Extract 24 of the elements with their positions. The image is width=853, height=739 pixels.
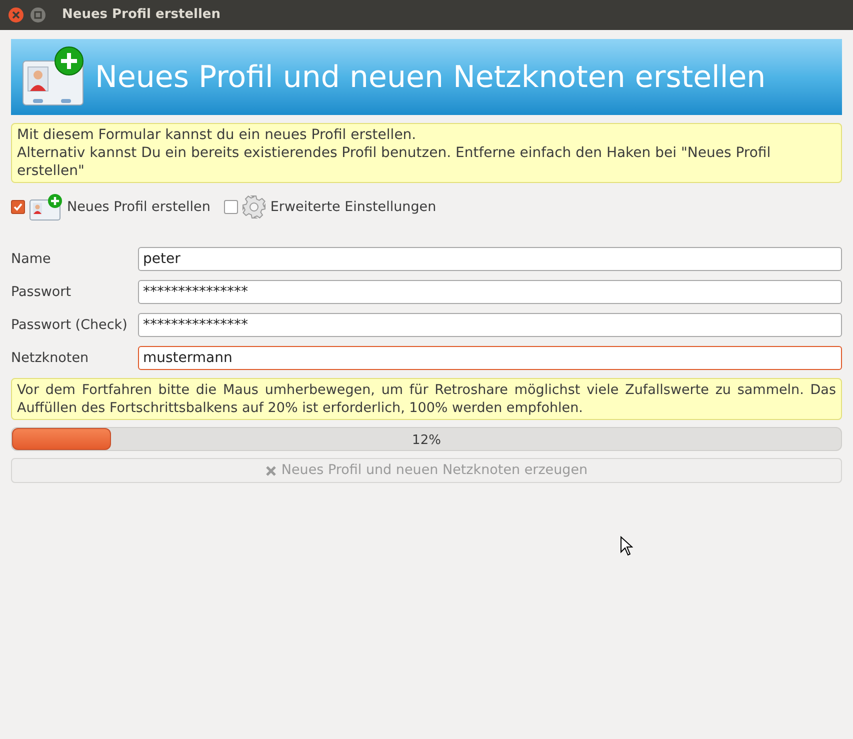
option-label[interactable]: Erweiterte Einstellungen <box>270 196 436 218</box>
field-label: Passwort <box>11 282 72 302</box>
input-field[interactable]: *************** <box>138 313 842 337</box>
option-label[interactable]: Neues Profil erstellen <box>67 196 210 218</box>
input-field[interactable]: mustermann <box>138 346 842 370</box>
field-label: Passwort (Check) <box>11 316 128 335</box>
window-title: Neues Profil erstellen <box>62 6 221 24</box>
info-text: Alternativ kannst Du ein bereits existierendes Profil benutzen. Entferne einfach den Haken bei "Neues Profil erstellen" <box>17 144 772 180</box>
profile-card-icon <box>29 193 63 221</box>
header-title: Neues Profil und neuen Netzknoten erstellen <box>95 58 766 96</box>
input-field[interactable]: peter <box>138 247 842 271</box>
info-text: Mit diesem Formular kannst du ein neues Profil erstellen. <box>17 126 418 144</box>
checkbox[interactable] <box>11 200 25 214</box>
mouse-cursor-icon <box>620 536 633 556</box>
input-field[interactable]: *************** <box>138 280 842 304</box>
checkbox[interactable] <box>224 200 238 214</box>
note-box: Vor dem Fortfahren bitte die Maus umherbewegen, um für Retroshare möglichst viele Zufallswerte zu sammeln. Das Auffüllen des Fortschrittsbalkens auf 20% ist erforderlich, 100% werden empfohlen. <box>11 378 842 420</box>
maximize-icon[interactable] <box>30 7 46 23</box>
cross-icon <box>265 464 278 476</box>
field-label: Netzknoten <box>11 348 90 368</box>
close-icon[interactable] <box>8 7 24 23</box>
gear-icon <box>242 195 266 219</box>
progress-reading: 12% <box>412 432 441 450</box>
field-label: Name <box>11 250 52 269</box>
